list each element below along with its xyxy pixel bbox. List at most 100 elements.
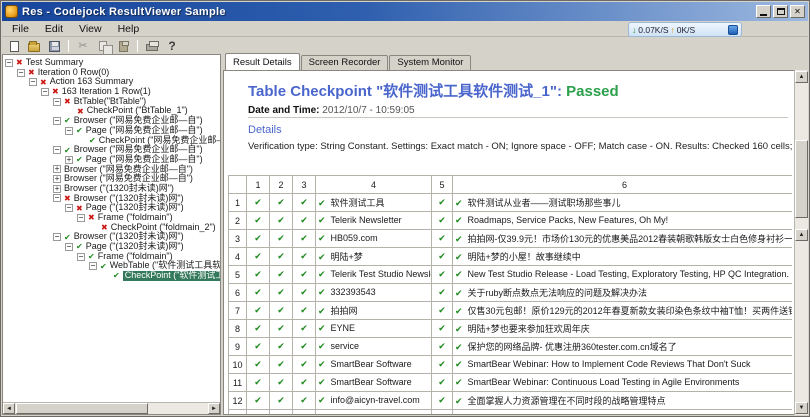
expand-toggle[interactable]: −: [77, 253, 85, 261]
cell-c3[interactable]: ✔: [293, 410, 316, 415]
content-vertical-scrollbar[interactable]: ▲ ▲ ▼: [794, 70, 808, 415]
expand-toggle[interactable]: −: [53, 233, 61, 241]
cell-c5[interactable]: ✔: [432, 374, 453, 392]
cell-c6[interactable]: ✔SmartBear Webinar: How to Implement Cod…: [453, 356, 793, 374]
cell-c5[interactable]: ✔: [432, 230, 453, 248]
cell-c2[interactable]: ✔: [270, 230, 293, 248]
scroll-down-button[interactable]: ▼: [795, 402, 808, 414]
toolbar-button-paste[interactable]: [114, 39, 132, 54]
table-row[interactable]: 1✔✔✔✔软件测试工具✔✔软件测试从业者——测试职场那些事儿: [229, 194, 793, 212]
cell-c6[interactable]: ✔明陆+梦的小屋！故事继续中: [453, 248, 793, 266]
cell-c5[interactable]: ✔: [432, 212, 453, 230]
table-row[interactable]: 12✔✔✔✔info@aicyn-travel.com✔✔全面掌握人力资源管理在…: [229, 392, 793, 410]
cell-c6[interactable]: ✔拍拍网-仅39.9元！市场价130元的优惠美品2012春装朝歌韩版女士白色修身…: [453, 230, 793, 248]
table-row[interactable]: 7✔✔✔✔拍拍网✔✔仅售30元包邮！原价129元的2012年春夏新款女装印染色条…: [229, 302, 793, 320]
maximize-button[interactable]: [773, 5, 788, 18]
cell-c4[interactable]: ✔EYNE: [316, 320, 432, 338]
cell-c2[interactable]: ✔: [270, 320, 293, 338]
expand-toggle[interactable]: −: [65, 204, 73, 212]
table-row[interactable]: 3✔✔✔✔HB059.com✔✔拍拍网-仅39.9元！市场价130元的优惠美品2…: [229, 230, 793, 248]
cell-c3[interactable]: ✔: [293, 284, 316, 302]
column-header[interactable]: 4: [316, 176, 432, 194]
toolbar-button-print[interactable]: [143, 39, 161, 54]
expand-toggle[interactable]: +: [53, 185, 61, 193]
cell-c4[interactable]: ✔SmartBear Software: [316, 374, 432, 392]
expand-toggle[interactable]: −: [17, 69, 25, 77]
table-row[interactable]: 8✔✔✔✔EYNE✔✔明陆+梦也要来参加狂欢周年庆: [229, 320, 793, 338]
cell-c1[interactable]: ✔: [247, 266, 270, 284]
column-header[interactable]: 5: [432, 176, 453, 194]
cell-c4[interactable]: ✔SmartBear Software: [316, 356, 432, 374]
cell-c5[interactable]: ✔: [432, 248, 453, 266]
cell-c4[interactable]: ✔332393543: [316, 284, 432, 302]
menu-file[interactable]: File: [4, 22, 37, 36]
cell-c6[interactable]: ✔New Test Studio Release - Load Testing,…: [453, 266, 793, 284]
cell-c1[interactable]: ✔: [247, 356, 270, 374]
cell-c6[interactable]: ✔: [453, 410, 793, 415]
cell-c3[interactable]: ✔: [293, 212, 316, 230]
toolbar-button-help[interactable]: ?: [163, 39, 181, 54]
scroll-right-button[interactable]: ►: [208, 403, 220, 414]
cell-c3[interactable]: ✔: [293, 374, 316, 392]
expand-toggle[interactable]: −: [53, 117, 61, 125]
column-header[interactable]: 1: [247, 176, 270, 194]
expand-toggle[interactable]: +: [65, 156, 73, 164]
cell-c6[interactable]: ✔软件测试从业者——测试职场那些事儿: [453, 194, 793, 212]
expand-toggle[interactable]: +: [53, 165, 61, 173]
toolbar-button-save[interactable]: [45, 39, 63, 54]
cell-c6[interactable]: ✔全面掌握人力资源管理在不同时段的战略管理特点: [453, 392, 793, 410]
cell-c1[interactable]: ✔: [247, 284, 270, 302]
tab-screen-recorder[interactable]: Screen Recorder: [301, 55, 389, 70]
cell-c3[interactable]: ✔: [293, 320, 316, 338]
cell-c5[interactable]: ✔: [432, 338, 453, 356]
cell-c1[interactable]: ✔: [247, 212, 270, 230]
table-row[interactable]: 4✔✔✔✔明陆+梦✔✔明陆+梦的小屋！故事继续中: [229, 248, 793, 266]
cell-c6[interactable]: ✔保护您的网络品牌- 优惠注册360tester.com.cn域名了: [453, 338, 793, 356]
table-row[interactable]: 11✔✔✔✔SmartBear Software✔✔SmartBear Webi…: [229, 374, 793, 392]
table-row[interactable]: 10✔✔✔✔SmartBear Software✔✔SmartBear Webi…: [229, 356, 793, 374]
close-button[interactable]: ✕: [790, 5, 805, 18]
expand-toggle[interactable]: −: [65, 127, 73, 135]
tree-horizontal-scrollbar[interactable]: ◄ ►: [3, 402, 220, 414]
expand-toggle[interactable]: −: [65, 243, 73, 251]
table-row[interactable]: 2✔✔✔✔Telerik Newsletter✔✔Roadmaps, Servi…: [229, 212, 793, 230]
menu-edit[interactable]: Edit: [37, 22, 71, 36]
toolbar-button-cut[interactable]: ✂: [74, 39, 92, 54]
scrollbar-thumb[interactable]: [16, 403, 148, 414]
expand-toggle[interactable]: −: [53, 146, 61, 154]
cell-c1[interactable]: ✔: [247, 320, 270, 338]
cell-c5[interactable]: ✔: [432, 194, 453, 212]
scroll-left-button[interactable]: ◄: [3, 403, 15, 414]
minimize-button[interactable]: [756, 5, 771, 18]
cell-c6[interactable]: ✔关于ruby断点数点无法响应的问题及解决办法: [453, 284, 793, 302]
table-row[interactable]: 5✔✔✔✔Telerik Test Studio Newsletter✔✔New…: [229, 266, 793, 284]
cell-c5[interactable]: ✔: [432, 284, 453, 302]
cell-c2[interactable]: ✔: [270, 284, 293, 302]
cell-c2[interactable]: ✔: [270, 194, 293, 212]
cell-c2[interactable]: ✔: [270, 212, 293, 230]
expand-toggle[interactable]: +: [53, 175, 61, 183]
cell-c5[interactable]: ✔: [432, 410, 453, 415]
tab-system-monitor[interactable]: System Monitor: [389, 55, 471, 70]
column-header[interactable]: 3: [293, 176, 316, 194]
expand-toggle[interactable]: −: [89, 262, 97, 270]
expand-toggle[interactable]: −: [41, 88, 49, 96]
tree-item[interactable]: −✖Test Summary: [3, 58, 220, 68]
expand-toggle[interactable]: −: [29, 78, 37, 86]
cell-c5[interactable]: ✔: [432, 266, 453, 284]
cell-c4[interactable]: ✔service: [316, 338, 432, 356]
cell-c5[interactable]: ✔: [432, 302, 453, 320]
cell-c3[interactable]: ✔: [293, 392, 316, 410]
expand-toggle[interactable]: −: [53, 194, 61, 202]
cell-c3[interactable]: ✔: [293, 194, 316, 212]
cell-c5[interactable]: ✔: [432, 356, 453, 374]
cell-c4[interactable]: ✔Telerik Newsletter: [316, 212, 432, 230]
expand-toggle[interactable]: −: [5, 59, 13, 67]
table-row[interactable]: 13✔✔✔✔✔✔: [229, 410, 793, 415]
net-speed-widget[interactable]: ↓ 0.07K/S ↑ 0K/S: [628, 22, 742, 37]
cell-c4[interactable]: ✔拍拍网: [316, 302, 432, 320]
cell-c2[interactable]: ✔: [270, 302, 293, 320]
cell-c6[interactable]: ✔SmartBear Webinar: Continuous Load Test…: [453, 374, 793, 392]
toolbar-button-open[interactable]: [25, 39, 43, 54]
scroll-up-button[interactable]: ▲: [795, 71, 808, 83]
